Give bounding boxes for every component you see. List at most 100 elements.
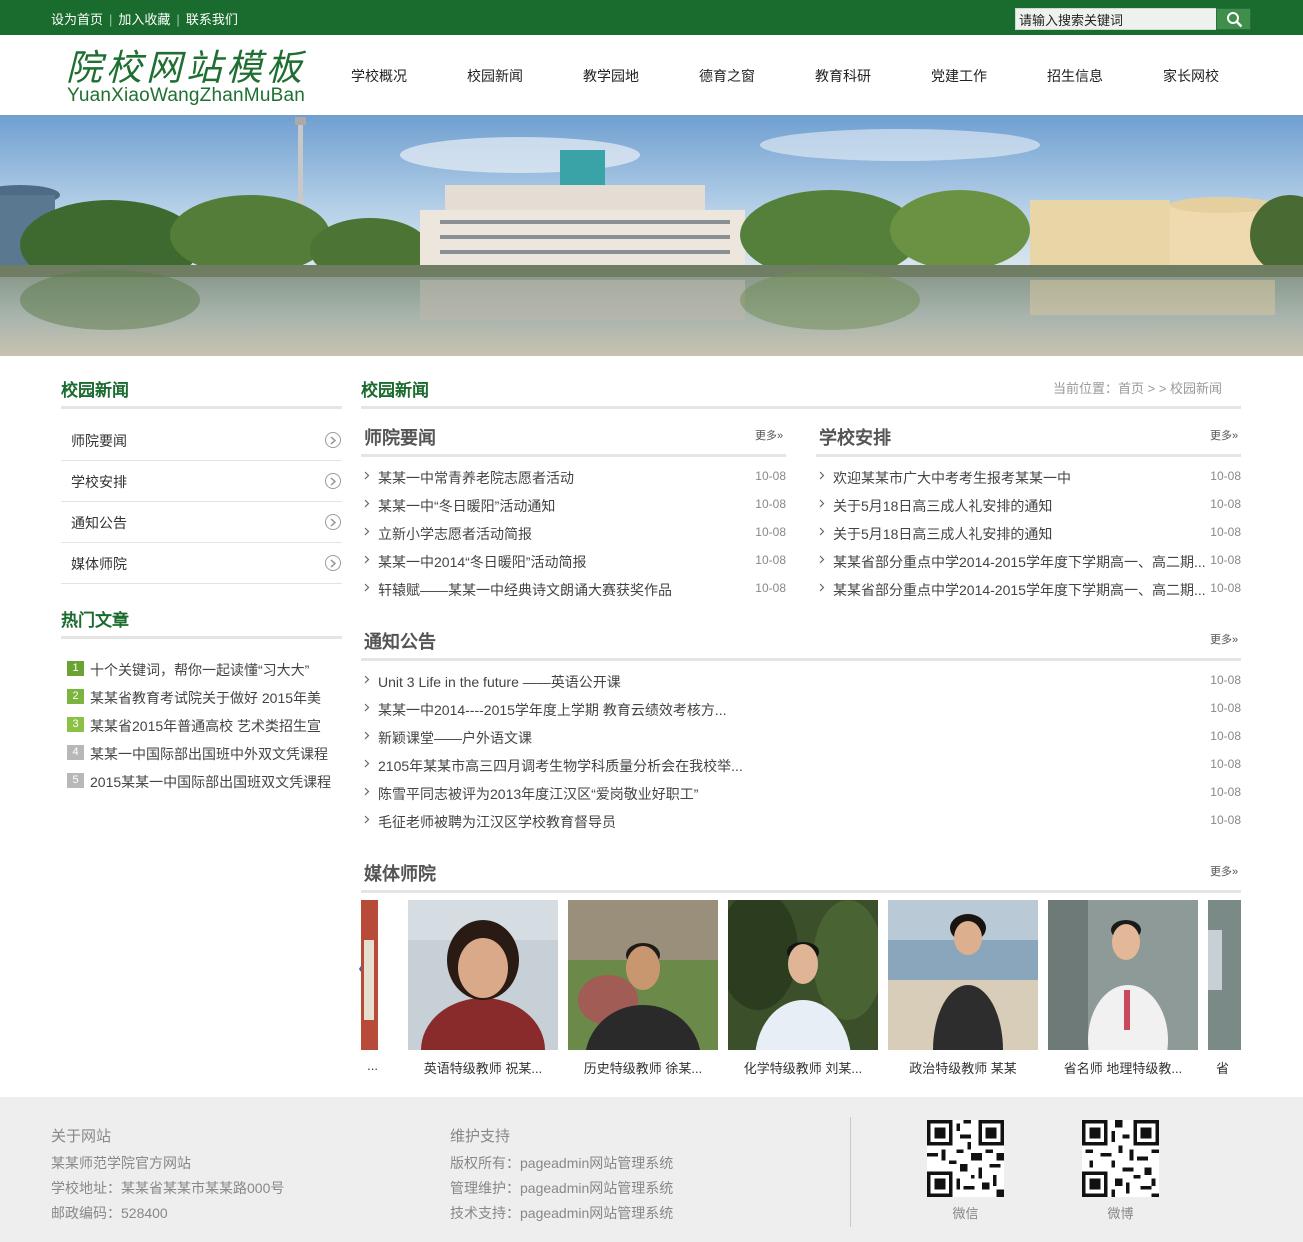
list-item-title: 欢迎某某市广大中考考生报考某某一中	[833, 470, 1071, 486]
list-item[interactable]: 某某省部分重点中学2014-2015学年度下学期高一、高二期... 10-08	[816, 547, 1241, 575]
media-card[interactable]: 化学特级教师 刘某...	[728, 900, 878, 1076]
sidebar-item-schedule[interactable]: 学校安排	[61, 461, 342, 502]
nav-research[interactable]: 教育科研	[785, 66, 901, 86]
chevron-right-circle-icon	[325, 432, 341, 448]
notice-section-divider	[361, 658, 1241, 661]
sidebar-item-news[interactable]: 师院要闻	[61, 420, 342, 461]
news-section-title: 师院要闻	[364, 428, 436, 448]
list-item-date: 10-08	[1210, 785, 1241, 799]
hot-article-item[interactable]: 3 某某省2015年普通高校 艺术类招生宣	[67, 712, 347, 740]
rank-badge: 2	[67, 689, 84, 704]
list-item[interactable]: 某某一中常青养老院志愿者活动 10-08	[361, 463, 786, 491]
schedule-list: 欢迎某某市广大中考考生报考某某一中 10-08 关于5月18日高三成人礼安排的通知…	[816, 463, 1241, 603]
search-button[interactable]	[1216, 8, 1251, 30]
list-item[interactable]: 关于5月18日高三成人礼安排的通知 10-08	[816, 491, 1241, 519]
list-item[interactable]: 新颖课堂——户外语文课 10-08	[361, 723, 1241, 751]
list-item[interactable]: 立新小学志愿者活动简报 10-08	[361, 519, 786, 547]
weibo-qr-label: 微博	[1107, 1206, 1134, 1221]
list-item[interactable]: 毛征老师被聘为江汉区学校教育督导员 10-08	[361, 807, 1241, 835]
nav-parent-school[interactable]: 家长网校	[1133, 66, 1249, 86]
sidebar-item-label: 学校安排	[71, 474, 127, 490]
schedule-section-divider	[816, 454, 1241, 457]
top-links: 设为首页 | 加入收藏 | 联系我们	[51, 12, 238, 27]
rank-badge: 5	[67, 773, 84, 788]
sidebar-item-media[interactable]: 媒体师院	[61, 543, 342, 584]
teacher-photo	[1048, 900, 1198, 1050]
list-item[interactable]: 陈雪平同志被评为2013年度江汉区“爱岗敬业好职工” 10-08	[361, 779, 1241, 807]
sidebar-item-notice[interactable]: 通知公告	[61, 502, 342, 543]
notice-more-link[interactable]: 更多»	[1210, 631, 1238, 647]
media-card[interactable]: 省名师 地理特级教...	[1048, 900, 1198, 1076]
list-item[interactable]: 欢迎某某市广大中考考生报考某某一中 10-08	[816, 463, 1241, 491]
site-footer: 关于网站 某某师范学院官方网站 学校地址：某某省某某市某某路000号 邮政编码：…	[0, 1097, 1303, 1242]
rank-badge: 1	[67, 661, 84, 676]
nav-teaching[interactable]: 教学园地	[553, 66, 669, 86]
hot-articles-title: 热门文章	[61, 611, 129, 630]
add-favorite-link[interactable]: 加入收藏	[118, 12, 170, 27]
media-card-partial[interactable]: 省	[1208, 900, 1241, 1076]
chevron-right-icon	[364, 703, 370, 712]
list-item[interactable]: 某某一中2014----2015学年度上学期 教育云绩效考核方... 10-08	[361, 695, 1241, 723]
set-homepage-link[interactable]: 设为首页	[51, 12, 103, 27]
list-item-date: 10-08	[755, 469, 786, 483]
list-item[interactable]: 轩辕赋——某某一中经典诗文朗诵大赛获奖作品 10-08	[361, 575, 786, 603]
footer-support-title: 维护支持	[450, 1128, 511, 1145]
list-item[interactable]: Unit 3 Life in the future ——英语公开课 10-08	[361, 667, 1241, 695]
chevron-right-icon	[364, 675, 370, 684]
media-card-caption: 政治特级教师 某某	[909, 1061, 1017, 1076]
list-item[interactable]: 某某省部分重点中学2014-2015学年度下学期高一、高二期... 10-08	[816, 575, 1241, 603]
chevron-right-icon	[819, 499, 825, 508]
chevron-right-icon	[819, 555, 825, 564]
list-item[interactable]: 关于5月18日高三成人礼安排的通知 10-08	[816, 519, 1241, 547]
nav-school-overview[interactable]: 学校概况	[321, 66, 437, 86]
list-item[interactable]: 某某一中2014“冬日暖阳”活动简报 10-08	[361, 547, 786, 575]
site-header: 院校网站模板 YuanXiaoWangZhanMuBan 学校概况 校园新闻 教…	[0, 35, 1303, 115]
sidebar-item-label: 师院要闻	[71, 433, 127, 449]
hot-article-title: 某某一中国际部出国班中外双文凭课程	[90, 746, 328, 762]
media-more-link[interactable]: 更多»	[1210, 863, 1238, 879]
list-item-title: 某某一中常青养老院志愿者活动	[378, 470, 574, 486]
search-input[interactable]	[1015, 8, 1217, 30]
media-card-caption: 省名师 地理特级教...	[1063, 1061, 1183, 1076]
footer-support-line: 版权所有：pageadmin网站管理系统	[450, 1155, 674, 1171]
teacher-photo	[728, 900, 878, 1050]
chevron-right-circle-icon	[325, 473, 341, 489]
media-card-caption: 省	[1216, 1061, 1230, 1076]
media-card-caption: 英语特级教师 祝某...	[423, 1061, 543, 1076]
list-item-title: 立新小学志愿者活动简报	[378, 526, 532, 542]
list-item[interactable]: 2105年某某市高三四月调考生物学科质量分析会在我校举... 10-08	[361, 751, 1241, 779]
list-item-title: 2105年某某市高三四月调考生物学科质量分析会在我校举...	[378, 758, 743, 774]
list-item-title: 关于5月18日高三成人礼安排的通知	[833, 526, 1053, 542]
list-item-date: 10-08	[1210, 497, 1241, 511]
chevron-right-icon	[364, 555, 370, 564]
media-card-caption: ...	[367, 1058, 378, 1073]
media-card[interactable]: 政治特级教师 某某	[888, 900, 1038, 1076]
breadcrumb[interactable]: 当前位置：首页 > > 校园新闻	[1053, 378, 1222, 397]
page-title: 校园新闻	[361, 381, 429, 400]
schedule-more-link[interactable]: 更多»	[1210, 427, 1238, 443]
media-card-partial[interactable]: ...	[361, 900, 378, 1073]
logo-english[interactable]: YuanXiaoWangZhanMuBan	[67, 85, 305, 107]
wechat-qr-label: 微信	[952, 1206, 979, 1221]
media-card[interactable]: 英语特级教师 祝某...	[408, 900, 558, 1076]
nav-admission[interactable]: 招生信息	[1017, 66, 1133, 86]
sidebar-title-divider	[61, 406, 342, 409]
sidebar-title: 校园新闻	[61, 381, 129, 400]
logo-chinese[interactable]: 院校网站模板	[66, 39, 306, 91]
hot-article-item[interactable]: 1 十个关键词，帮你一起读懂“习大大”	[67, 656, 347, 684]
hot-article-item[interactable]: 4 某某一中国际部出国班中外双文凭课程	[67, 740, 347, 768]
nav-moral-education[interactable]: 德育之窗	[669, 66, 785, 86]
teacher-photo	[361, 900, 378, 1050]
list-item[interactable]: 某某一中“冬日暖阳”活动通知 10-08	[361, 491, 786, 519]
list-item-title: 某某一中2014“冬日暖阳”活动简报	[378, 554, 587, 570]
list-item-date: 10-08	[1210, 729, 1241, 743]
nav-campus-news[interactable]: 校园新闻	[437, 66, 553, 86]
news-more-link[interactable]: 更多»	[755, 427, 783, 443]
contact-us-link[interactable]: 联系我们	[186, 12, 238, 27]
nav-party-work[interactable]: 党建工作	[901, 66, 1017, 86]
footer-about-line: 邮政编码：528400	[51, 1205, 168, 1221]
hot-article-item[interactable]: 2 某某省教育考试院关于做好 2015年美	[67, 684, 347, 712]
hot-article-item[interactable]: 5 2015某某一中国际部出国班双文凭课程	[67, 768, 347, 796]
media-card[interactable]: 历史特级教师 徐某...	[568, 900, 718, 1076]
list-item-date: 10-08	[1210, 525, 1241, 539]
